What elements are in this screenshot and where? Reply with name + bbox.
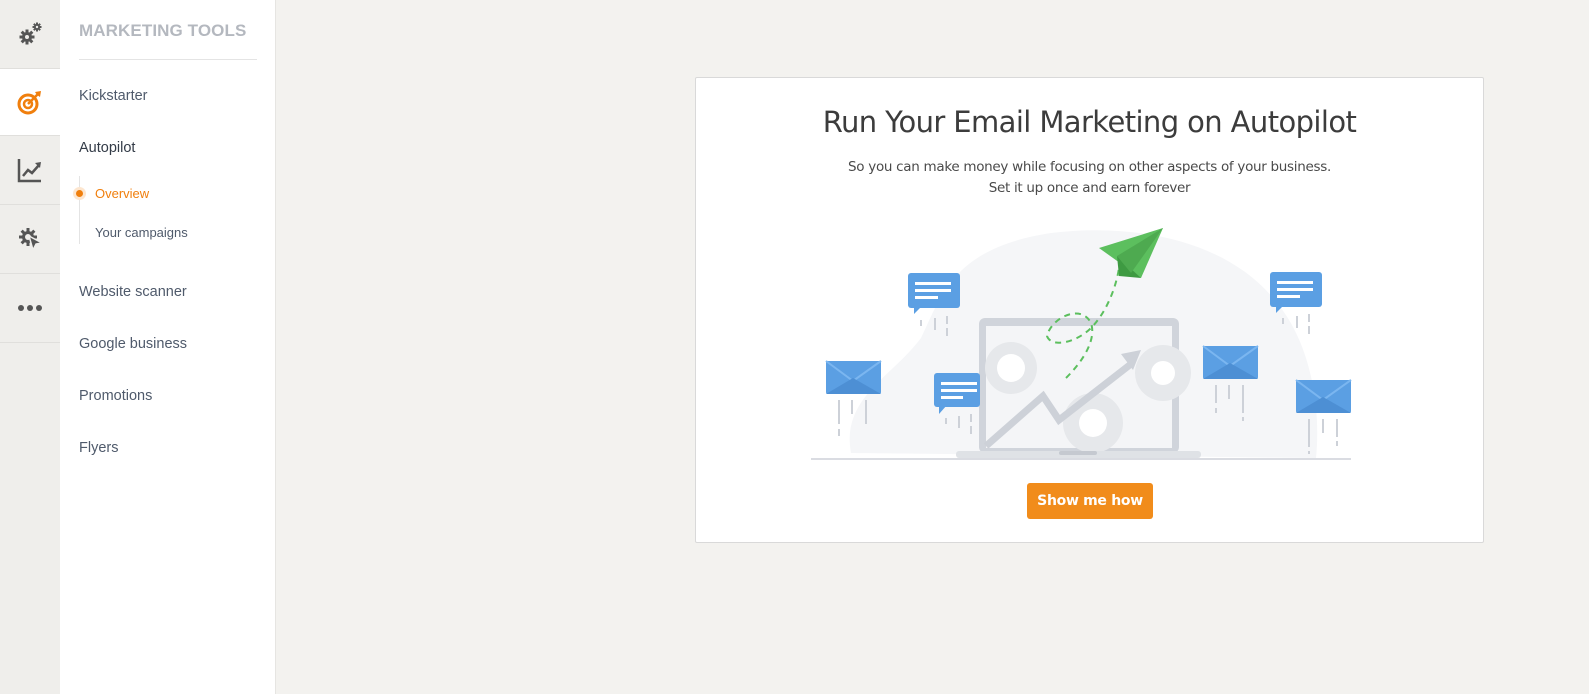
sidebar-item-promotions[interactable]: Promotions — [79, 388, 152, 404]
sidebar-item-flyers[interactable]: Flyers — [79, 440, 118, 456]
active-indicator-dot — [76, 190, 83, 197]
autopilot-overview-card: Run Your Email Marketing on Autopilot So… — [695, 77, 1484, 543]
sidebar-divider — [79, 59, 257, 60]
sidebar-item-autopilot[interactable]: Autopilot — [79, 140, 135, 156]
sidebar: MARKETING TOOLS Kickstarter Autopilot We… — [60, 0, 276, 694]
laptop-icon — [956, 318, 1201, 458]
gear-cursor-icon — [19, 228, 44, 253]
sidebar-item-google-business[interactable]: Google business — [79, 336, 187, 352]
subtitle-line-2: Set it up once and earn forever — [988, 180, 1191, 196]
show-me-how-button[interactable]: Show me how — [1027, 483, 1153, 519]
subnav-line — [79, 176, 80, 244]
subnav-item-your-campaigns[interactable]: Your campaigns — [95, 225, 188, 240]
more-icon — [18, 305, 42, 311]
gears-icon — [19, 22, 42, 45]
icon-rail — [0, 0, 60, 694]
rail-item-marketing[interactable] — [0, 69, 60, 136]
page-title: Run Your Email Marketing on Autopilot — [822, 105, 1357, 139]
autopilot-illustration — [811, 228, 1352, 460]
subnav-item-overview[interactable]: Overview — [95, 186, 149, 201]
sidebar-title: MARKETING TOOLS — [79, 21, 247, 40]
sidebar-item-website-scanner[interactable]: Website scanner — [79, 284, 187, 300]
subtitle-line-1: So you can make money while focusing on … — [848, 159, 1331, 175]
rail-item-more[interactable] — [0, 274, 60, 343]
rail-item-automation[interactable] — [0, 205, 60, 274]
sidebar-item-kickstarter[interactable]: Kickstarter — [79, 88, 148, 104]
rail-item-settings[interactable] — [0, 0, 60, 69]
rail-item-analytics[interactable] — [0, 136, 60, 205]
target-icon — [17, 91, 41, 115]
chart-icon — [17, 159, 41, 183]
